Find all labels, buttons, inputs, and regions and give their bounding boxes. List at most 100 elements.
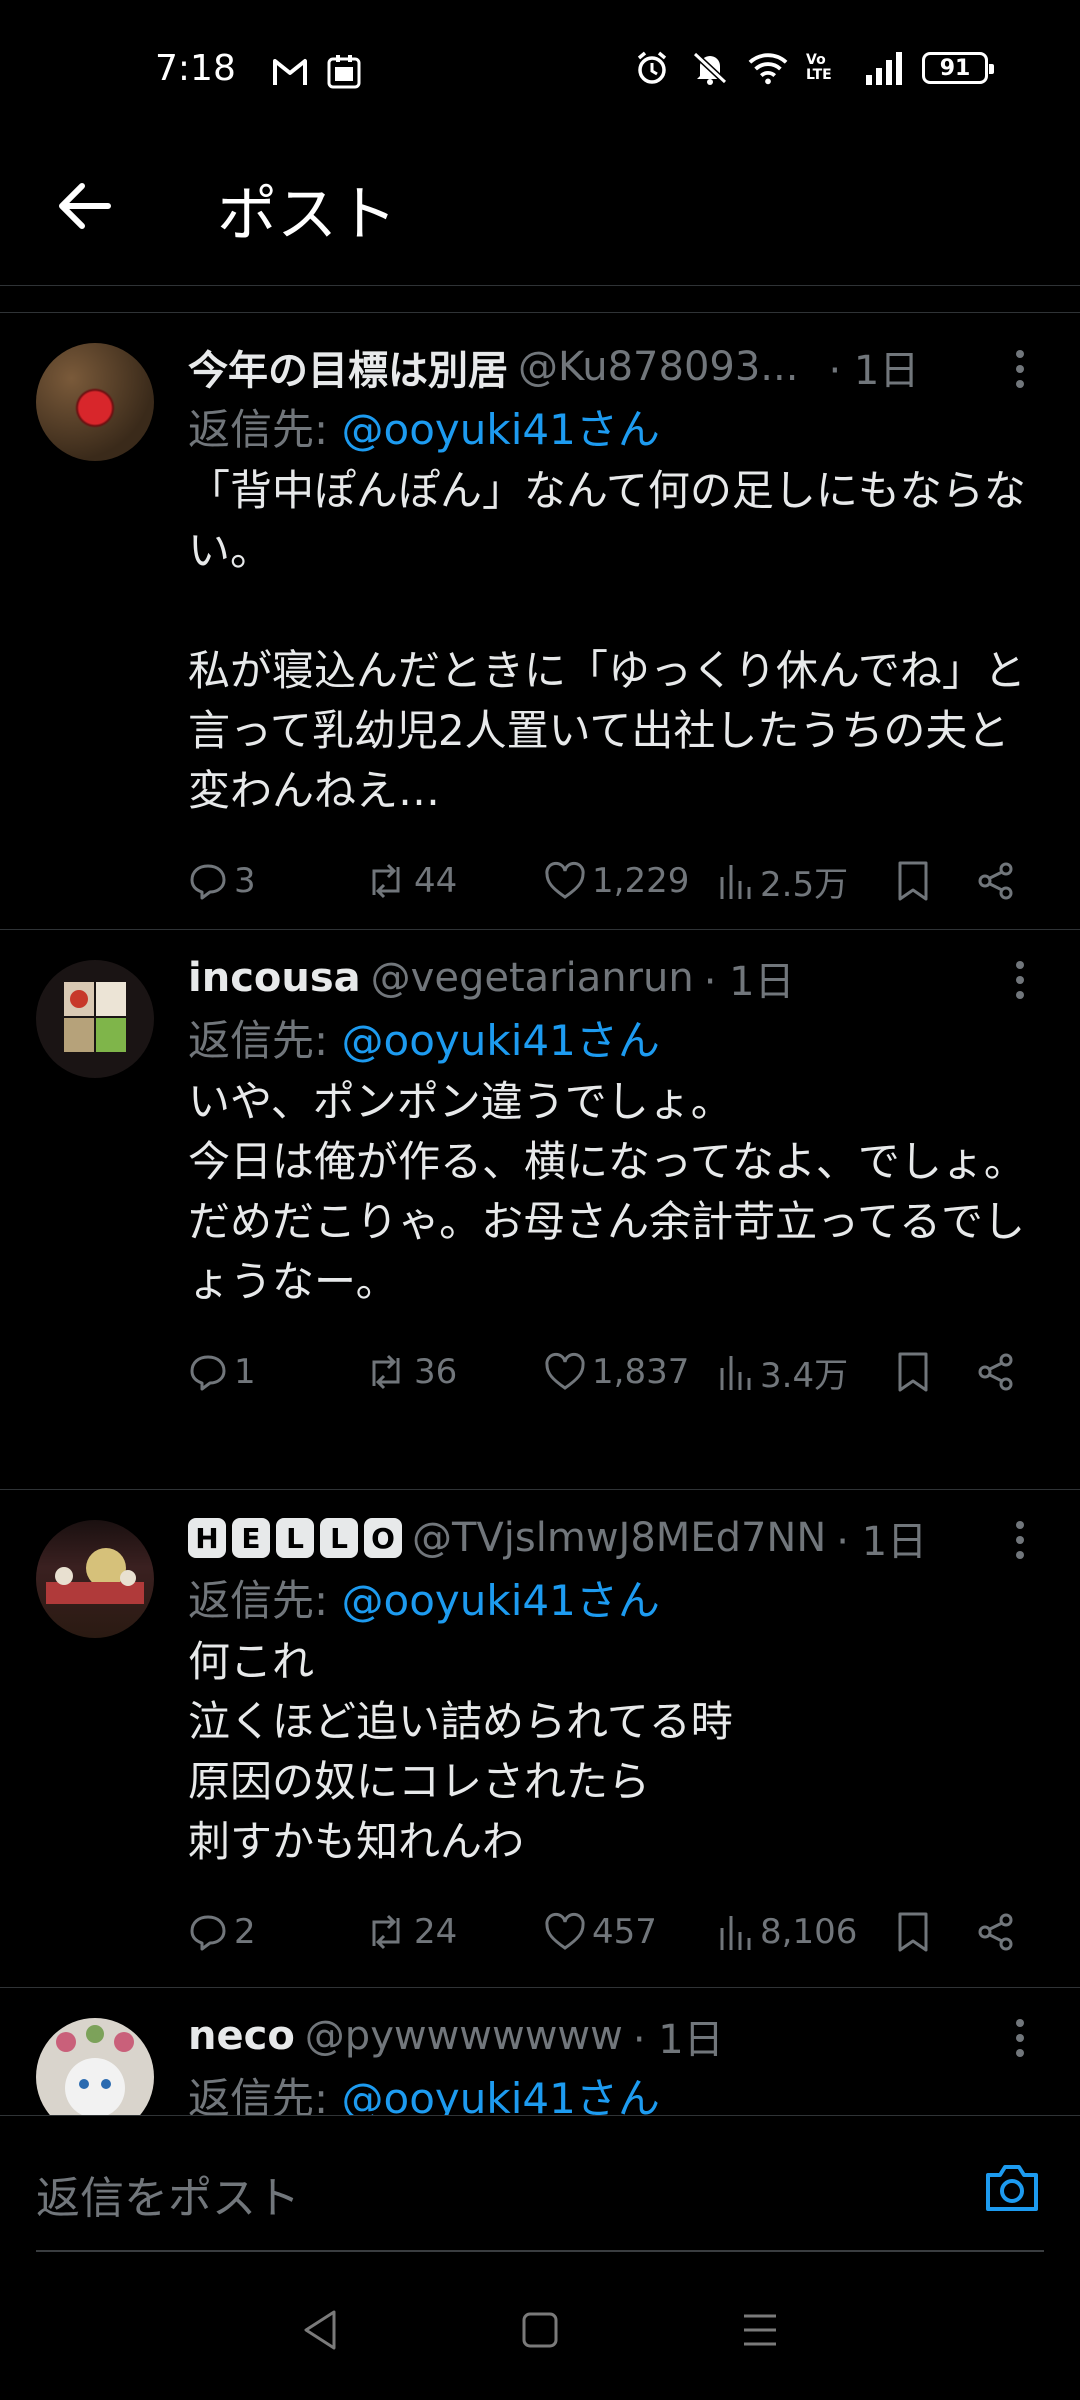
name-badge-letter: O — [364, 1518, 402, 1558]
share-button[interactable] — [976, 861, 1016, 901]
name-badge-letter: L — [320, 1518, 358, 1558]
triangle-back-icon — [304, 2310, 336, 2350]
post-time: · 1日 — [632, 2017, 724, 2063]
display-name[interactable]: H E L L O — [188, 1518, 402, 1558]
repost-icon — [372, 1354, 400, 1390]
reply-mention-link[interactable]: @ooyuki41さん — [342, 405, 660, 454]
like-button[interactable]: 1,229 — [544, 861, 689, 901]
reply-to-label: 返信先: — [188, 2074, 342, 2115]
views-button[interactable]: 8,106 — [718, 1912, 857, 1952]
repost-button[interactable]: 24 — [364, 1912, 457, 1952]
like-button[interactable]: 1,837 — [544, 1352, 689, 1392]
volte-icon: Vo LTE — [806, 52, 832, 83]
like-button[interactable]: 457 — [544, 1912, 657, 1952]
back-button[interactable] — [48, 170, 120, 242]
reply-icon — [190, 1915, 226, 1951]
avatar[interactable] — [36, 960, 154, 1078]
display-name[interactable]: neco — [188, 2013, 295, 2059]
user-handle[interactable]: @pywwwwwww — [305, 2013, 623, 2059]
bar-chart-icon — [720, 1916, 751, 1950]
nav-back-button[interactable] — [290, 2300, 350, 2360]
reply-post[interactable]: 今年の目標は別居 @Ku878093... · 1日 返信先: @ooyuki4… — [0, 313, 1080, 930]
nav-menu-button[interactable] — [730, 2300, 790, 2360]
share-button[interactable] — [976, 1912, 1016, 1952]
mute-bell-icon — [690, 48, 730, 88]
post-time: · 1日 — [836, 1519, 928, 1565]
reply-count: 1 — [234, 1352, 256, 1392]
camera-button[interactable] — [980, 2156, 1044, 2220]
reply-input[interactable]: 返信をポスト — [36, 2162, 300, 2226]
reply-mention-link[interactable]: @ooyuki41さん — [342, 1576, 660, 1625]
bar-chart-icon — [720, 865, 751, 899]
system-nav-bar — [0, 2260, 1080, 2400]
top-app-bar: ポスト — [0, 140, 1080, 286]
more-vertical-icon — [1016, 1521, 1024, 1559]
avatar[interactable] — [36, 1520, 154, 1638]
reply-icon — [190, 1355, 226, 1391]
bookmark-button[interactable] — [896, 1351, 930, 1393]
repost-button[interactable]: 36 — [364, 1352, 457, 1392]
post-time: · 1日 — [828, 348, 920, 394]
bar-chart-icon — [720, 1356, 751, 1390]
reply-button[interactable]: 2 — [188, 1912, 256, 1952]
more-vertical-icon — [1016, 350, 1024, 388]
reply-to: 返信先: @ooyuki41さん — [188, 399, 1050, 461]
bookmark-button[interactable] — [896, 860, 930, 902]
heart-icon — [545, 1912, 585, 1950]
reply-post[interactable]: neco @pywwwwwww · 1日 返信先: @ooyuki41さん — [0, 1988, 1080, 2115]
repost-button[interactable]: 44 — [364, 861, 457, 901]
reply-mention-link[interactable]: @ooyuki41さん — [342, 2074, 660, 2115]
share-icon — [978, 862, 1013, 900]
display-name[interactable]: incousa — [188, 955, 361, 1001]
views-button[interactable]: 2.5万 — [718, 857, 848, 906]
more-options-button[interactable] — [1000, 1520, 1040, 1560]
notification-icons — [270, 52, 364, 92]
avatar[interactable] — [36, 343, 154, 461]
post-actions: 1 36 1,837 3.4万 — [188, 1312, 1050, 1432]
share-button[interactable] — [976, 1352, 1016, 1392]
nav-home-button[interactable] — [510, 2300, 570, 2360]
more-options-button[interactable] — [1000, 349, 1040, 389]
name-badge-letter: H — [188, 1518, 226, 1558]
user-handle[interactable]: @TVjslmwJ8MEd7NN — [412, 1515, 826, 1561]
repost-count: 44 — [414, 861, 458, 901]
post-header: 今年の目標は別居 @Ku878093... · 1日 — [188, 335, 1050, 399]
more-options-button[interactable] — [1000, 960, 1040, 1000]
post-actions: 2 24 457 8,106 — [188, 1872, 1050, 1992]
name-badge-letter: E — [232, 1518, 270, 1558]
view-count: 3.4万 — [760, 1355, 849, 1396]
post-time: · 1日 — [703, 959, 795, 1005]
reply-to: 返信先: @ooyuki41さん — [188, 1010, 1050, 1072]
reply-mention-link[interactable]: @ooyuki41さん — [342, 1016, 660, 1065]
post-actions: 3 44 1,229 2.5万 — [188, 821, 1050, 941]
menu-lines-icon — [744, 2314, 776, 2346]
like-count: 1,229 — [592, 861, 690, 901]
reply-button[interactable]: 1 — [188, 1352, 256, 1392]
reply-button[interactable]: 3 — [188, 861, 256, 901]
calendar-icon — [324, 52, 364, 92]
alarm-icon — [632, 48, 672, 88]
repost-icon — [372, 1914, 400, 1950]
bookmark-button[interactable] — [896, 1911, 930, 1953]
views-button[interactable]: 3.4万 — [718, 1348, 848, 1397]
user-handle[interactable]: @vegetarianrun — [371, 955, 694, 1001]
reply-post[interactable]: H E L L O @TVjslmwJ8MEd7NN · 1日 返信先: @oo… — [0, 1490, 1080, 1988]
battery-indicator: 91 — [922, 52, 994, 84]
reply-post[interactable]: incousa @vegetarianrun · 1日 返信先: @ooyuki… — [0, 930, 1080, 1490]
reply-to: 返信先: @ooyuki41さん — [188, 1570, 1050, 1632]
reply-to: 返信先: @ooyuki41さん — [188, 2068, 1050, 2115]
post-header: H E L L O @TVjslmwJ8MEd7NN · 1日 — [188, 1506, 1050, 1570]
view-count: 2.5万 — [760, 864, 849, 905]
view-count: 8,106 — [760, 1912, 858, 1952]
share-icon — [978, 1353, 1013, 1391]
like-count: 457 — [592, 1912, 657, 1952]
replies-feed[interactable]: 今年の目標は別居 @Ku878093... · 1日 返信先: @ooyuki4… — [0, 313, 1080, 2115]
user-handle[interactable]: @Ku878093... — [518, 344, 798, 390]
square-home-icon — [522, 2312, 558, 2348]
avatar[interactable] — [36, 2018, 154, 2115]
gmail-icon — [270, 52, 310, 92]
display-name[interactable]: 今年の目標は別居 — [188, 338, 508, 396]
reply-count: 3 — [234, 861, 256, 901]
more-options-button[interactable] — [1000, 2018, 1040, 2058]
system-icons: Vo LTE 91 — [632, 48, 994, 88]
